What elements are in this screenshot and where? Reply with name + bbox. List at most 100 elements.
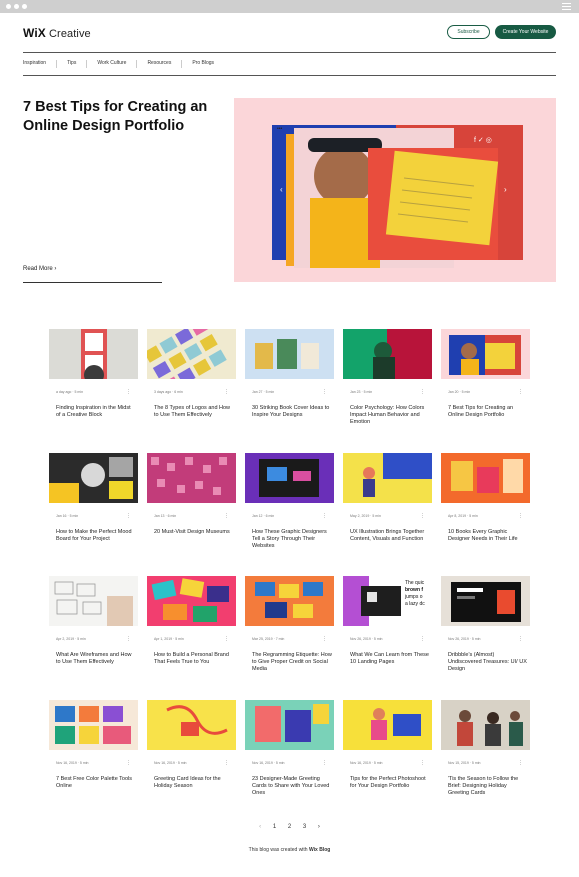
post-thumbnail[interactable] (441, 700, 530, 750)
post-title[interactable]: How These Graphic Designers Tell a Story… (252, 529, 332, 550)
post-card[interactable]: Jan 12 · 6 min ⋮ How These Graphic Desig… (245, 453, 334, 556)
more-options-icon[interactable]: ⋮ (420, 760, 425, 766)
post-card[interactable]: The quic brown f jumps oa lazy dc Nov 26, … (343, 576, 432, 679)
wix-creative-logo[interactable]: WiX Creative (23, 26, 91, 40)
post-card[interactable]: Nov 16, 2019 · 5 min ⋮ 23 Designer-Made … (245, 700, 334, 803)
post-title[interactable]: The 8 Types of Logos and How to Use Them… (154, 405, 234, 419)
post-card[interactable]: Nov 16, 2019 · 5 min ⋮ Tips for the Perf… (343, 700, 432, 803)
post-thumbnail[interactable] (147, 576, 236, 626)
post-thumbnail[interactable] (441, 576, 530, 626)
post-title[interactable]: Greeting Card Ideas for the Holiday Seas… (154, 776, 234, 790)
post-title[interactable]: Finding Inspiration in the Midst of a Cr… (56, 405, 136, 419)
post-thumbnail[interactable] (245, 329, 334, 379)
more-options-icon[interactable]: ⋮ (420, 513, 425, 519)
more-options-icon[interactable]: ⋮ (322, 513, 327, 519)
post-thumbnail[interactable] (147, 453, 236, 503)
post-title[interactable]: 10 Books Every Graphic Designer Needs in… (448, 529, 528, 543)
post-card[interactable]: Nov 16, 2019 · 5 min ⋮ 7 Best Free Color… (49, 700, 138, 803)
page-1-link[interactable]: 1 (273, 824, 276, 830)
post-thumbnail[interactable] (49, 453, 138, 503)
post-card[interactable]: Jan 16 · 5 min ⋮ How to Make the Perfect… (49, 453, 138, 556)
more-options-icon[interactable]: ⋮ (224, 760, 229, 766)
post-card[interactable]: Apr 2, 2019 · 5 min ⋮ What Are Wireframe… (49, 576, 138, 679)
read-more-link[interactable]: Read More › (23, 266, 56, 272)
post-thumbnail[interactable] (49, 576, 138, 626)
prev-page-button[interactable]: ‹ (259, 824, 261, 830)
more-options-icon[interactable]: ⋮ (126, 636, 131, 642)
post-thumbnail[interactable] (441, 329, 530, 379)
post-card[interactable]: Apr 8, 2019 · 5 min ⋮ 10 Books Every Gra… (441, 453, 530, 556)
page-3-link[interactable]: 3 (303, 824, 306, 830)
wix-blog-link[interactable]: Wix Blog (309, 847, 330, 853)
post-title[interactable]: What Are Wireframes and How to Use Them … (56, 652, 136, 666)
post-thumbnail[interactable] (147, 700, 236, 750)
post-title[interactable]: 7 Best Free Color Palette Tools Online (56, 776, 136, 790)
nav-item-work-culture[interactable]: Work Culture (97, 60, 138, 68)
post-thumbnail[interactable] (245, 453, 334, 503)
post-card[interactable]: Jan 13 · 6 min ⋮ 20 Must-Visit Design Mu… (147, 453, 236, 556)
post-thumbnail[interactable] (245, 576, 334, 626)
more-options-icon[interactable]: ⋮ (420, 389, 425, 395)
post-thumbnail[interactable] (343, 453, 432, 503)
post-title[interactable]: How to Make the Perfect Mood Board for Y… (56, 529, 136, 543)
nav-item-pro-blogs[interactable]: Pro Blogs (192, 60, 224, 68)
more-options-icon[interactable]: ⋮ (518, 389, 523, 395)
post-card[interactable]: Jan 20 · 5 min ⋮ 7 Best Tips for Creatin… (441, 329, 530, 432)
subscribe-button[interactable]: Subscribe (447, 25, 490, 39)
post-card[interactable]: 3 days ago · 6 min ⋮ The 8 Types of Logo… (147, 329, 236, 432)
post-card[interactable]: Nov 16, 2019 · 5 min ⋮ Greeting Card Ide… (147, 700, 236, 803)
page-2-link[interactable]: 2 (288, 824, 291, 830)
post-title[interactable]: Tips for the Perfect Photoshoot for Your… (350, 776, 430, 790)
nav-item-resources[interactable]: Resources (147, 60, 183, 68)
more-options-icon[interactable]: ⋮ (224, 389, 229, 395)
post-title[interactable]: 7 Best Tips for Creating an Online Desig… (448, 405, 528, 419)
post-thumbnail[interactable] (343, 700, 432, 750)
more-options-icon[interactable]: ⋮ (322, 760, 327, 766)
post-thumbnail[interactable] (49, 329, 138, 379)
post-card[interactable]: Apr 1, 2019 · 5 min ⋮ How to Build a Per… (147, 576, 236, 679)
post-title[interactable]: How to Build a Personal Brand That Feels… (154, 652, 234, 666)
post-meta: Nov 15, 2019 · 5 min (448, 761, 481, 765)
post-title[interactable]: UX Illustration Brings Together Content,… (350, 529, 430, 543)
post-title[interactable]: 20 Must-Visit Design Museums (154, 529, 234, 536)
more-options-icon[interactable]: ⋮ (420, 636, 425, 642)
hamburger-menu-icon[interactable] (562, 3, 571, 10)
post-card[interactable]: a day ago · 5 min ⋮ Finding Inspiration … (49, 329, 138, 432)
more-options-icon[interactable]: ⋮ (126, 389, 131, 395)
post-thumbnail[interactable] (343, 329, 432, 379)
hero-image[interactable]: ••• f ✓ ◎ ‹ › (234, 98, 556, 282)
post-card[interactable]: Mar 25, 2019 · 7 min ⋮ The Regramming Et… (245, 576, 334, 679)
post-title[interactable]: 'Tis the Season to Follow the Brief: Des… (448, 776, 528, 797)
post-thumbnail[interactable]: The quic brown f jumps oa lazy dc (343, 576, 432, 626)
more-options-icon[interactable]: ⋮ (224, 513, 229, 519)
post-card[interactable]: May 2, 2019 · 5 min ⋮ UX Illustration Br… (343, 453, 432, 556)
create-website-button[interactable]: Create Your Website (495, 25, 556, 39)
post-title[interactable]: 30 Striking Book Cover Ideas to Inspire … (252, 405, 332, 419)
post-title[interactable]: Dribbble's (Almost) Undiscovered Treasur… (448, 652, 528, 673)
post-title[interactable]: Color Psychology: How Colors Impact Huma… (350, 405, 430, 426)
more-options-icon[interactable]: ⋮ (322, 389, 327, 395)
post-card[interactable]: Jan 23 · 5 min ⋮ Color Psychology: How C… (343, 329, 432, 432)
more-options-icon[interactable]: ⋮ (518, 760, 523, 766)
post-card[interactable]: Jan 27 · 5 min ⋮ 30 Striking Book Cover … (245, 329, 334, 432)
more-options-icon[interactable]: ⋮ (322, 636, 327, 642)
more-options-icon[interactable]: ⋮ (518, 513, 523, 519)
more-options-icon[interactable]: ⋮ (224, 636, 229, 642)
hero-title[interactable]: 7 Best Tips for Creating an Online Desig… (23, 98, 223, 136)
nav-item-tips[interactable]: Tips (67, 60, 88, 68)
post-thumbnail[interactable] (441, 453, 530, 503)
more-options-icon[interactable]: ⋮ (518, 636, 523, 642)
post-thumbnail[interactable] (147, 329, 236, 379)
nav-item-inspiration[interactable]: Inspiration (23, 60, 58, 68)
post-title[interactable]: 23 Designer-Made Greeting Cards to Share… (252, 776, 332, 797)
more-options-icon[interactable]: ⋮ (126, 513, 131, 519)
next-page-button[interactable]: › (318, 824, 320, 830)
post-title[interactable]: The Regramming Etiquette: How to Give Pr… (252, 652, 332, 673)
post-thumbnail[interactable] (49, 700, 138, 750)
post-meta: Nov 26, 2019 · 5 min (448, 637, 481, 641)
more-options-icon[interactable]: ⋮ (126, 760, 131, 766)
post-thumbnail[interactable] (245, 700, 334, 750)
post-card[interactable]: Nov 26, 2019 · 5 min ⋮ Dribbble's (Almos… (441, 576, 530, 679)
post-title[interactable]: What We Can Learn from These 10 Landing … (350, 652, 430, 666)
post-card[interactable]: Nov 15, 2019 · 5 min ⋮ 'Tis the Season t… (441, 700, 530, 803)
